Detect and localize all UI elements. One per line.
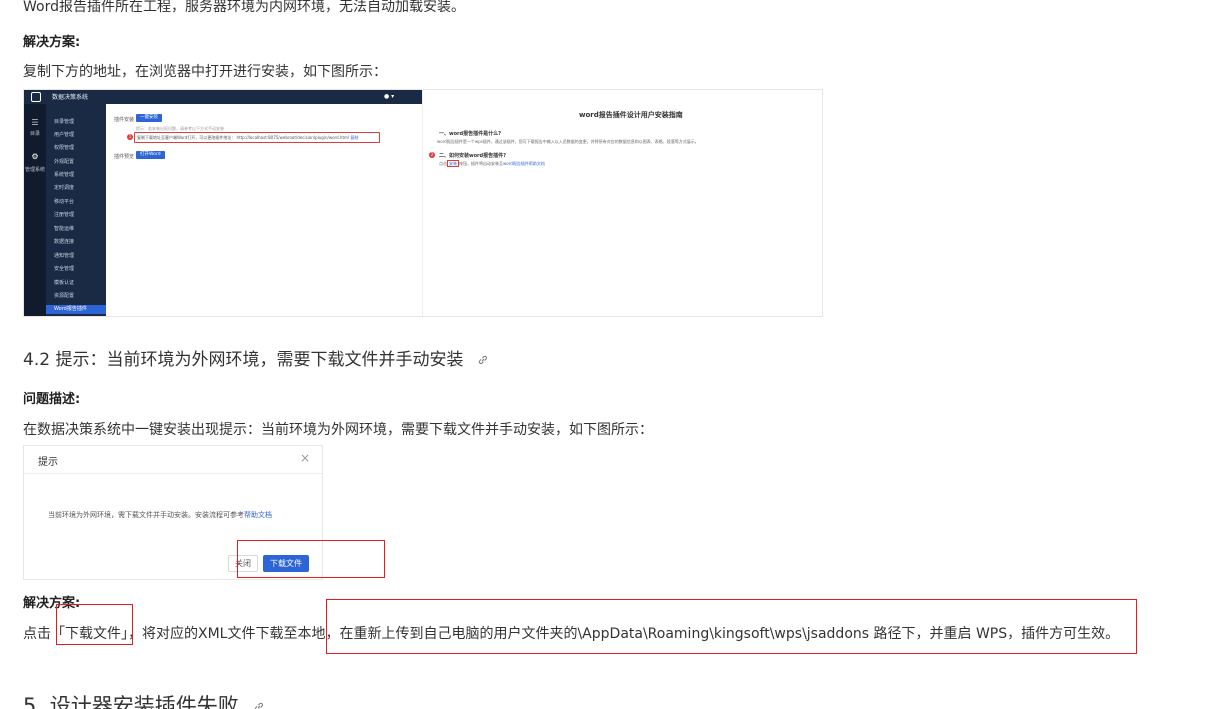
sidebar-item: 数据连接 xyxy=(54,239,75,245)
sidebar-item: 移动平台 xyxy=(54,199,75,205)
dialog-message: 当前环境为外网环境，需下载文件并手动安装。安装流程可参考帮助文档 xyxy=(48,511,272,519)
sidebar-item: 模板认证 xyxy=(54,280,75,286)
solution-label: 解决方案: xyxy=(23,35,81,50)
problem-text: 在数据决策系统中一键安装出现提示：当前环境为外网环境，需要下载文件并手动安装，如… xyxy=(23,422,653,438)
sidebar-item: 安全管理 xyxy=(54,266,75,272)
step-badge: 2 xyxy=(429,152,435,158)
intro-line: Word报告插件所在工程，服务器环境为内网环境，无法自动加载安装。 xyxy=(23,0,465,15)
app-topbar: 数据决策系统 ● ▾ xyxy=(24,90,422,104)
rail-item-admin: 管理系统 xyxy=(24,167,45,173)
rail-item-directory: 目录 xyxy=(29,131,40,137)
step-badge: 1 xyxy=(127,134,133,140)
open-word-button: 打开Word xyxy=(136,151,165,159)
app-rail: ☰ 目录 ⚙ 管理系统 xyxy=(24,104,46,316)
guide-q1: 一、word报告插件是什么? xyxy=(439,131,502,137)
link-icon[interactable] xyxy=(477,354,489,366)
sidebar-item: 用户管理 xyxy=(54,132,75,138)
guide-q2: 二、如何安装word报告插件? xyxy=(439,153,507,159)
install-guide: word报告插件设计用户安装指南 一、word报告插件是什么? word报告插件… xyxy=(422,90,822,316)
section-4-2-heading: 4.2 提示：当前环境为外网环境，需要下载文件并手动安装 xyxy=(23,345,489,370)
install-button: 一键安装 xyxy=(136,114,162,122)
link-icon[interactable] xyxy=(253,701,265,709)
gear-icon: ⚙ xyxy=(31,152,39,161)
screenshot-plugin-install: 数据决策系统 ● ▾ ☰ 目录 ⚙ 管理系统 目录管理 用户管理 权限管理 外观… xyxy=(23,89,823,317)
annotation-box-download-file xyxy=(56,604,133,645)
sidebar-item: 资源配置 xyxy=(54,293,75,299)
sidebar-item: 智能运维 xyxy=(54,226,75,232)
sidebar-item: 注册管理 xyxy=(54,212,75,218)
app-logo-icon xyxy=(31,92,41,102)
app-main: 插件安装 一键安装 提示：若安装出现问题，请参考以下方式手动安装 1 复制下载地… xyxy=(106,104,422,316)
app-name: 数据决策系统 xyxy=(52,94,89,101)
annotation-box-buttons xyxy=(237,540,385,578)
guide-q2-text: 点击 安装 按钮，插件将自动安装至word报告插件帮助文档 xyxy=(439,160,545,167)
sidebar-item: 系统管理 xyxy=(54,172,75,178)
problem-label: 问题描述: xyxy=(23,392,81,407)
sidebar-item: 目录管理 xyxy=(54,119,75,125)
guide-title: word报告插件设计用户安装指南 xyxy=(579,111,683,119)
solution-text: 复制下方的地址，在浏览器中打开进行安装，如下图所示： xyxy=(23,64,387,80)
guide-q1-text: word报告插件是一个wps插件，通过该插件，您可下载报告中输入以入员数据的变更… xyxy=(437,139,699,144)
sidebar-item-word-plugin: Word报告插件 xyxy=(46,305,106,314)
sidebar-item: 权限管理 xyxy=(54,145,75,151)
list-icon: ☰ xyxy=(31,118,39,127)
sidebar-item: 通知管理 xyxy=(54,253,75,259)
app-sidebar: 目录管理 用户管理 权限管理 外观配置 系统管理 定时调度 移动平台 注册管理 … xyxy=(46,104,106,316)
sidebar-item: 定时调度 xyxy=(54,185,75,191)
section-5-heading: 5. 设计器安装插件失败 xyxy=(23,690,265,709)
preview-label: 插件预览 xyxy=(114,154,135,160)
dialog-title: 提示 xyxy=(38,457,58,468)
install-url: 复制下载地址至客户端Word打开，可以更改插件地址： http://localh… xyxy=(137,135,359,140)
install-label: 插件安装 xyxy=(114,117,135,123)
dialog-header: 提示 × xyxy=(24,446,322,474)
annotation-box-path xyxy=(326,599,1137,654)
user-avatar-icon: ● ▾ xyxy=(384,93,395,100)
close-icon: × xyxy=(300,451,311,465)
sidebar-item: 外观配置 xyxy=(54,159,75,165)
